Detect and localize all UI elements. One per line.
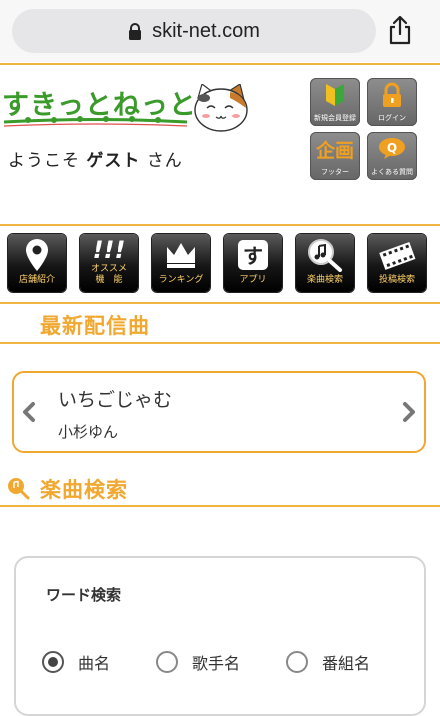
- latest-songs-heading: 最新配信曲: [40, 314, 150, 338]
- share-icon[interactable]: [384, 14, 416, 46]
- logo-image: すきっとねっと: [2, 82, 248, 132]
- nav-music-search[interactable]: 楽曲検索: [296, 234, 354, 292]
- radio-program-name[interactable]: 番組名: [286, 650, 370, 674]
- nav-recommended[interactable]: !!! オススメ機 能: [80, 234, 138, 292]
- word-search-card: ワード検索 曲名 歌手名 番組名: [14, 556, 426, 716]
- kikaku-icon: 企画: [315, 140, 354, 162]
- padlock-icon: [383, 82, 401, 107]
- exclamation-icon: !!!: [92, 236, 126, 264]
- login-button[interactable]: ログイン: [367, 78, 417, 126]
- word-search-title: ワード検索: [46, 586, 122, 604]
- logo-text: すきっとねっと: [2, 90, 197, 121]
- browser-address-bar: skit-net.com: [0, 0, 440, 62]
- faq-button[interactable]: Q よくある質問: [367, 132, 417, 180]
- divider: [0, 302, 440, 304]
- url-field[interactable]: skit-net.com: [12, 9, 376, 53]
- crown-icon: [167, 243, 195, 268]
- beginner-mark-icon: [326, 84, 344, 106]
- footer-button[interactable]: 企画 フッター: [310, 132, 360, 180]
- music-search-icon: [8, 478, 30, 500]
- radio-button[interactable]: [156, 651, 178, 673]
- nav-post-search[interactable]: 投稿検索: [368, 234, 426, 292]
- lock-icon: [129, 22, 142, 40]
- song-artist: 小杉ゆん: [58, 423, 119, 441]
- divider: [0, 505, 440, 507]
- divider: [0, 63, 440, 65]
- faq-bubble-icon: Q: [379, 138, 405, 159]
- app-icon: す: [238, 240, 268, 270]
- location-pin-icon: [26, 239, 48, 271]
- url-text: skit-net.com: [152, 19, 260, 42]
- site-logo[interactable]: すきっとねっと: [2, 82, 252, 136]
- film-strip-icon: [379, 242, 416, 270]
- nav-store-info[interactable]: 店舗紹介: [8, 234, 66, 292]
- welcome-message: ようこそ ゲスト さん: [8, 151, 183, 171]
- radio-song-name[interactable]: 曲名: [42, 650, 110, 674]
- radio-button[interactable]: [42, 651, 64, 673]
- divider: [0, 224, 440, 226]
- music-search-heading: 楽曲検索: [40, 478, 128, 502]
- chevron-right-icon[interactable]: [400, 401, 418, 423]
- latest-song-carousel[interactable]: いちごじゃむ 小杉ゆん: [12, 371, 426, 453]
- svg-text:す: す: [243, 244, 263, 268]
- nav-ranking[interactable]: ランキング: [152, 234, 210, 292]
- svg-text:Q: Q: [387, 141, 397, 155]
- radio-artist-name[interactable]: 歌手名: [156, 650, 240, 674]
- register-button[interactable]: 新規会員登録: [310, 78, 360, 126]
- chevron-left-icon[interactable]: [20, 401, 38, 423]
- divider: [0, 342, 440, 344]
- song-title[interactable]: いちごじゃむ: [58, 385, 172, 412]
- music-search-icon: [308, 239, 342, 272]
- radio-button[interactable]: [286, 651, 308, 673]
- nav-app[interactable]: す アプリ: [224, 234, 282, 292]
- user-name: ゲスト: [86, 151, 141, 171]
